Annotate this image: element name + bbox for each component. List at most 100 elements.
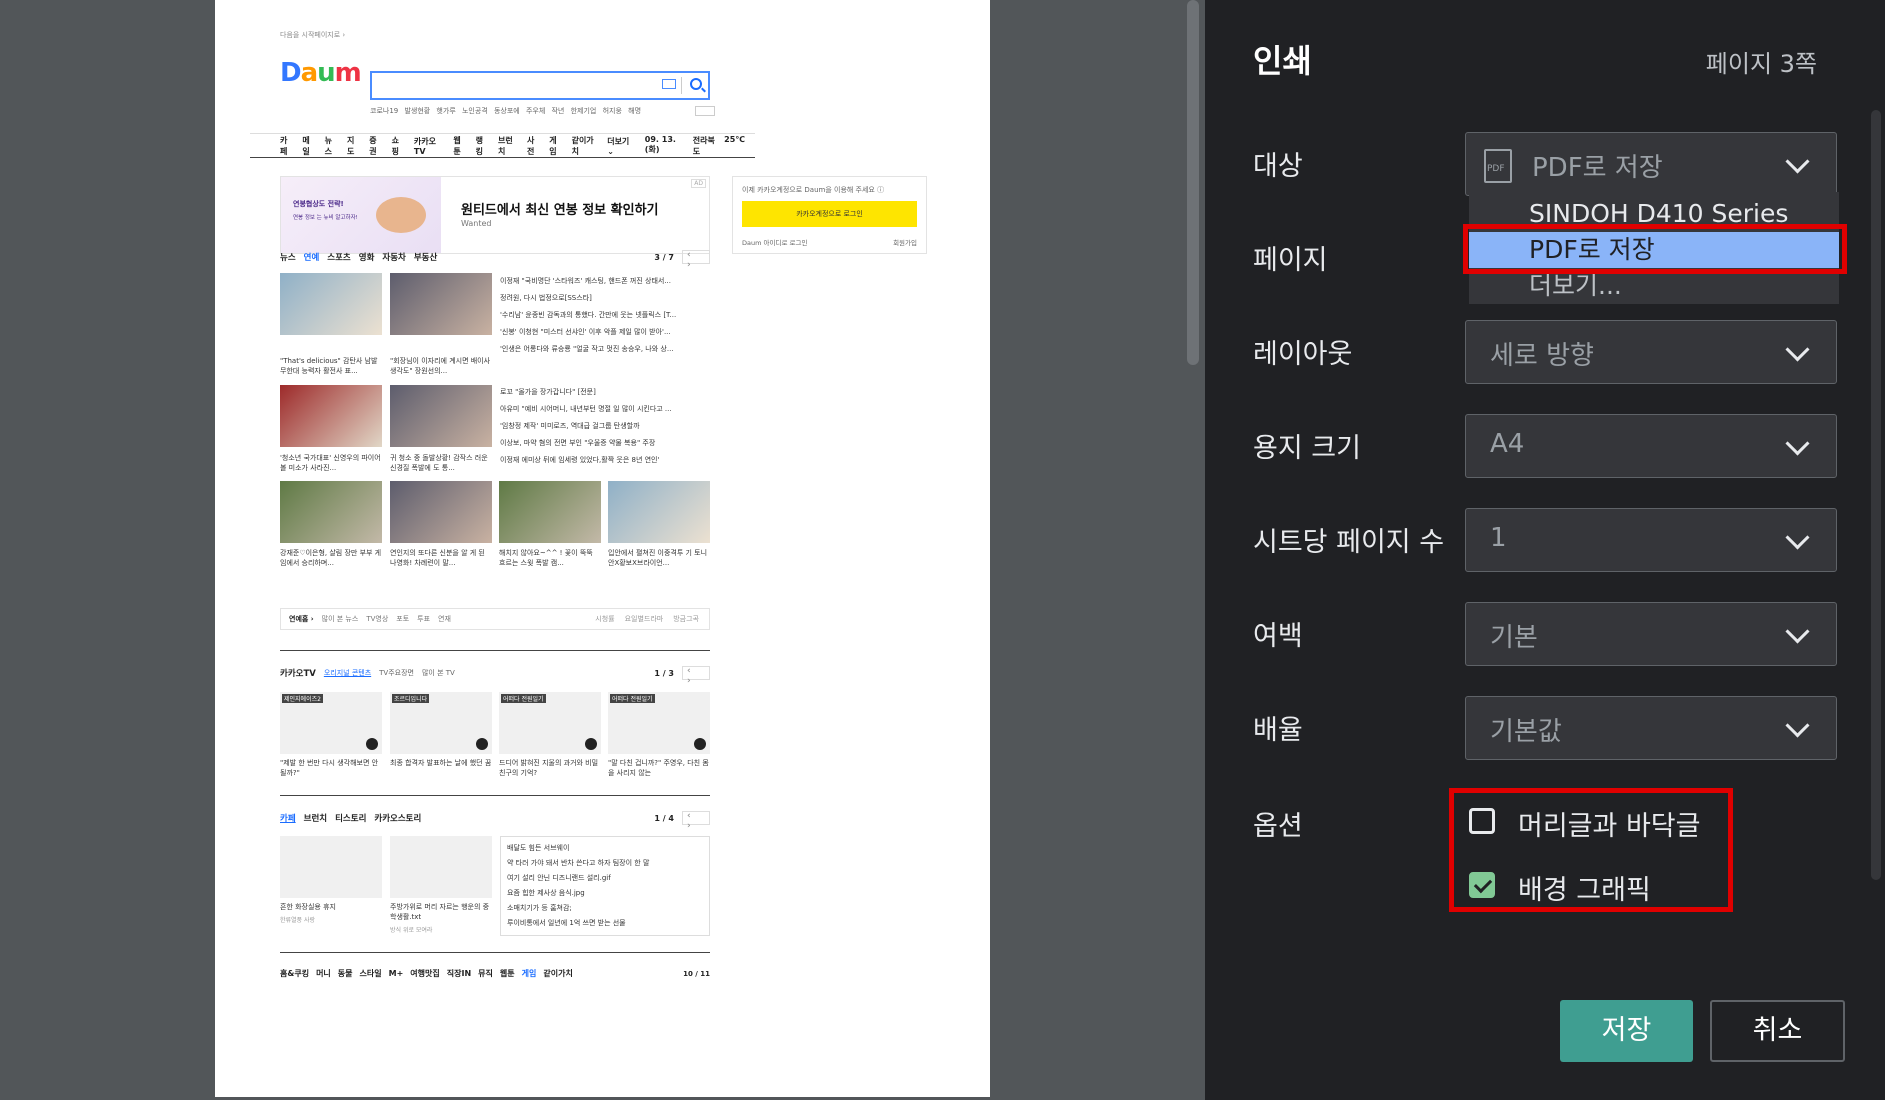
section-divider — [280, 952, 710, 953]
cafe-list-item: 여기 설리 안닌 디즈니랜드 설리.gif — [507, 874, 611, 882]
daum-page-content: 다음을 시작페이지로 › Daum 코로나19 발생현황 햇가루 노인공격 동상… — [250, 30, 927, 978]
cafe-caption-source: 방식 위로 모여라 — [390, 927, 433, 934]
gnb-item: 웹툰 — [453, 135, 461, 156]
save-button[interactable]: 저장 — [1560, 1000, 1693, 1062]
video-tag: 어떠다 전원일기 — [501, 694, 546, 703]
destination-value: PDF로 저장 — [1532, 153, 1663, 183]
weather-date: 09. 13. (화) — [644, 134, 676, 154]
cafe-list-item: 요즘 힙한 제사상 음식.jpg — [507, 889, 585, 897]
play-icon — [585, 738, 597, 750]
ent-home-link: 연예홈 › — [289, 615, 314, 623]
video-tag: 제인지에이즈2 — [282, 694, 323, 703]
layout-value: 세로 방향 — [1490, 341, 1594, 371]
ent-link: 투표 — [417, 615, 431, 623]
page-count: 페이지 3쪽 — [1705, 50, 1817, 78]
category-item: 직장IN — [446, 969, 472, 978]
video-thumb: 조르디입니다 — [390, 692, 492, 754]
login-box: 이제 카카오계정으로 Daum을 이용해 주세요 ⓘ 카카오계정으로 로그인 D… — [732, 176, 927, 254]
scale-select[interactable]: 기본값 — [1465, 696, 1837, 760]
cafe-tab: 브런치 — [303, 814, 328, 824]
section-divider — [280, 795, 710, 796]
news-thumb — [390, 385, 492, 447]
scale-value: 기본값 — [1490, 717, 1562, 747]
gnb-item: 쇼핑 — [391, 135, 399, 156]
margins-value: 기본 — [1490, 623, 1538, 653]
start-page-link: 다음을 시작페이지로 › — [280, 31, 346, 39]
weather-region: 전라북도 — [692, 135, 715, 156]
ad-banner: 연봉협상도 전략! 연봉 정보 는 뉴비 알고하자! 원티드에서 최신 연봉 정… — [280, 176, 710, 254]
news-tab: 뉴스 — [280, 253, 296, 263]
play-icon — [366, 738, 378, 750]
cafe-page-count: 1 / 4 — [654, 813, 674, 823]
ent-right-link: 방금그곡 — [673, 615, 699, 623]
kakaotv-tab-active: 오리지널 콘텐츠 — [323, 669, 372, 677]
cancel-button[interactable]: 취소 — [1710, 1000, 1845, 1062]
category-item: 동물 — [337, 969, 353, 978]
video-caption: 최종 합격자 발표하는 날에 했던 꿈 — [390, 759, 492, 767]
ad-tag: AD — [691, 179, 706, 188]
kakaotv-header: 카카오TV 오리지널 콘텐츠 TV주요장면 많이 본 TV 1 / 3 — [280, 665, 710, 686]
margins-label: 여백 — [1253, 621, 1303, 652]
destination-label: 대상 — [1253, 151, 1303, 182]
ad-sub: Wanted — [461, 219, 492, 228]
kakaotv-title: 카카오TV — [280, 669, 316, 679]
news-caption: 입안에서 펼쳐진 이중격투 기 토니안X황보X브라이언... — [608, 549, 708, 567]
paper-size-value: A4 — [1490, 429, 1525, 459]
cafe-list-item: 배달도 힘든 서브웨이 — [507, 844, 570, 852]
print-dialog: 인쇄 페이지 3쪽 대상 PDF PDF로 저장 페이지 SINDOH D410… — [1205, 0, 1885, 1100]
news-list-item: 정려원, 다시 법정으로[SS스타] — [500, 294, 592, 302]
highlight-box-pdf — [1463, 224, 1847, 274]
kakaotv-tab: TV주요장면 — [379, 669, 414, 677]
news-list-item: 이정재 "국비명단 '스타워즈' 캐스팅, 핸드폰 꺼진 상태서... — [500, 277, 671, 285]
preview-scrollbar[interactable] — [1187, 0, 1199, 365]
ent-link: 연재 — [438, 615, 451, 623]
margins-select[interactable]: 기본 — [1465, 602, 1837, 666]
ad-image-sub: 연봉 정보 는 뉴비 알고하자! — [293, 215, 358, 221]
news-caption: "That's delicious" 감탄사 남발 무한대 능력자 활전사 표.… — [280, 357, 378, 375]
video-thumb: 어떠다 전원일기 — [608, 692, 710, 754]
ent-right-link: 시청률 — [595, 615, 615, 623]
cafe-tab-active: 카페 — [280, 814, 296, 824]
cafe-caption-source: 한류열풍 사랑 — [280, 917, 316, 924]
news-tab-active: 연예 — [303, 253, 320, 263]
dialog-scrollbar[interactable] — [1871, 110, 1881, 880]
category-item: 뮤직 — [478, 969, 493, 978]
entertainment-bar: 연예홈 › 많이 본 뉴스 TV영상 포토 투표 연재 시청률 요일별드라마 방… — [280, 608, 710, 630]
cafe-thumb — [280, 836, 382, 898]
pages-per-sheet-select[interactable]: 1 — [1465, 508, 1837, 572]
pages-label: 페이지 — [1253, 245, 1328, 276]
kakaotv-nav — [682, 666, 710, 686]
weather-temp: 25℃ — [724, 134, 745, 144]
category-item: 같이가치 — [543, 969, 573, 978]
destination-select[interactable]: PDF PDF로 저장 — [1465, 132, 1837, 196]
gnb-item: 지도 — [346, 135, 355, 156]
news-tab: 스포츠 — [327, 253, 351, 263]
news-list-item: 로꼬 "올가을 장가갑니다" [전문] — [500, 388, 596, 396]
ad-image: 연봉협상도 전략! 연봉 정보 는 뉴비 알고하자! — [281, 177, 441, 253]
pdf-icon-text: PDF — [1487, 164, 1505, 174]
news-list-item: '신봉' 이청현 "미스터 선샤인' 이후 악플 제일 많이 받아'... — [500, 328, 671, 336]
category-item: M+ — [388, 969, 404, 978]
chevron-down-icon — [1785, 337, 1810, 362]
news-caption: 연인지의 또다른 신분을 알 게 된 나영화! 차례련이 말... — [390, 549, 485, 567]
pages-per-sheet-value: 1 — [1490, 523, 1507, 553]
layout-select[interactable]: 세로 방향 — [1465, 320, 1837, 384]
ent-link: 많이 본 뉴스 — [321, 615, 359, 623]
video-tag: 어떠다 전원일기 — [610, 694, 655, 703]
category-item: 웹툰 — [499, 969, 515, 978]
highlight-box-options — [1449, 788, 1733, 912]
trend-nav — [695, 106, 715, 116]
cafe-list-item: 소매치기가 등 훔쳐감; — [507, 904, 572, 912]
search-icon — [690, 78, 702, 90]
news-tab: 자동차 — [382, 253, 406, 263]
cafe-list-item: 루이비통에서 일년에 1억 쓰면 받는 선물 — [507, 919, 626, 927]
gnb-item: 랭킹 — [475, 135, 484, 156]
gnb-item: 메일 — [302, 135, 310, 156]
news-tab: 영화 — [358, 253, 375, 263]
gnb-item: 카페 — [280, 135, 288, 156]
category-bar: 홈&쿠킹 머니 동물 스타일 M+ 여행맛집 직장IN 뮤직 웹툰 게임 같이가… — [280, 968, 710, 979]
paper-size-select[interactable]: A4 — [1465, 414, 1837, 478]
chevron-down-icon — [1785, 713, 1810, 738]
news-tab: 부동산 — [413, 253, 438, 263]
cafe-header: 카페 브런치 티스토리 카카오스토리 1 / 4 — [280, 810, 710, 831]
